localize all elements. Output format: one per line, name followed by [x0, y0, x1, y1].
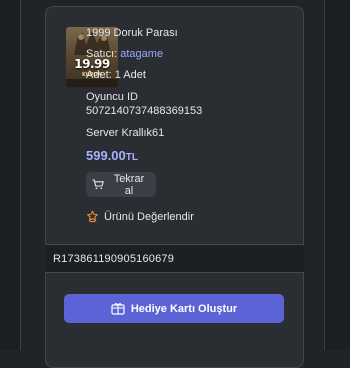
code-bar: R173861190905160679: [45, 244, 304, 273]
order-code[interactable]: R173861190905160679: [53, 253, 174, 265]
product-title[interactable]: 1999 Doruk Parası: [86, 27, 178, 39]
order-price: 599.00TL: [86, 148, 138, 163]
server-text: Server Krallık61: [86, 127, 165, 139]
player-id-label: Oyuncu ID: [86, 91, 138, 103]
right-panel-edge: [324, 0, 350, 350]
quantity-text: Adet: 1 Adet: [86, 69, 146, 81]
price-amount: 599.00: [86, 148, 126, 163]
review-product-link[interactable]: Ürünü Değerlendir: [86, 210, 194, 223]
gift-card-label: Hediye Kartı Oluştur: [130, 302, 238, 315]
review-label: Ürünü Değerlendir: [104, 210, 194, 223]
reorder-label: Tekrar al: [113, 172, 145, 197]
create-gift-card-button[interactable]: Hediye Kartı Oluştur: [64, 294, 284, 323]
gift-card-icon: [111, 303, 125, 315]
price-currency: TL: [125, 152, 138, 163]
player-id-value: 5072140737488369153: [86, 105, 203, 117]
seller-link[interactable]: atagame: [120, 48, 163, 60]
star-review-icon: [87, 210, 98, 223]
reorder-button[interactable]: Tekrar al: [86, 172, 156, 197]
cart-icon: [92, 179, 104, 190]
seller-line: Satıcı: atagame: [86, 48, 163, 60]
seller-label: Satıcı:: [86, 48, 118, 60]
left-panel-edge: [0, 0, 21, 350]
